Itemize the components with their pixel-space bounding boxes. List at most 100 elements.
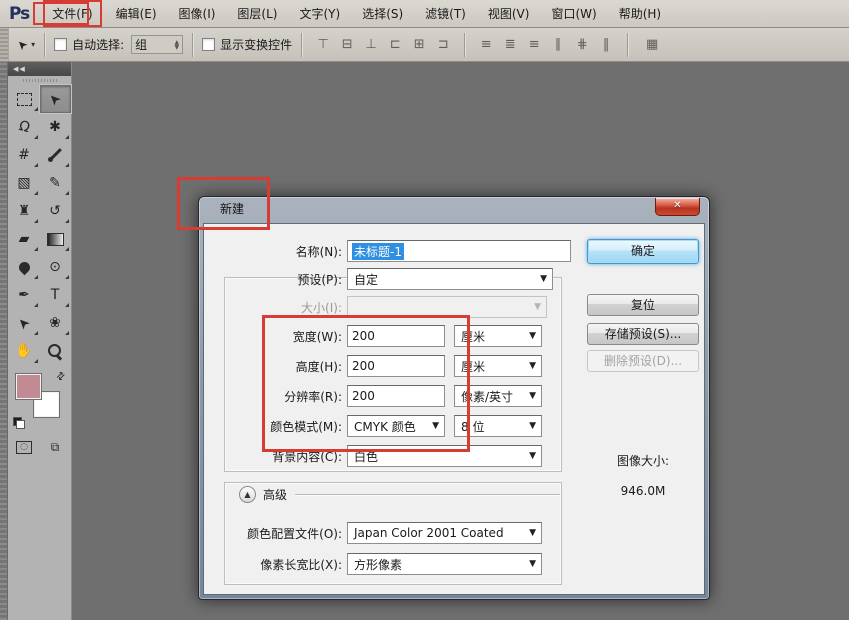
chevron-down-icon: ▼ <box>529 391 536 401</box>
advanced-collapse-button[interactable]: ▲ <box>239 486 256 503</box>
zoom-tool-button[interactable] <box>40 337 71 365</box>
align-vertical-centers-icon[interactable]: ⊟ <box>337 35 357 55</box>
save-preset-button[interactable]: 存储预设(S)... <box>587 323 699 345</box>
menu-window[interactable]: 窗口(W) <box>543 1 604 26</box>
custom-shape-tool-button[interactable]: ❀ <box>40 309 71 337</box>
collapse-panel-button[interactable]: ◀◀ <box>8 62 71 76</box>
quick-mask-button[interactable]: ◌ <box>9 435 40 459</box>
auto-select-label: 自动选择: <box>72 36 124 53</box>
reset-button[interactable]: 复位 <box>587 294 699 316</box>
color-mode-dropdown[interactable]: CMYK 颜色 ▼ <box>347 415 445 437</box>
preset-label: 预设(P): <box>214 271 342 288</box>
chevron-down-icon: ▼ <box>529 528 536 538</box>
screen-mode-button[interactable]: ⧉ <box>40 435 71 459</box>
resolution-label: 分辨率(R): <box>214 388 342 405</box>
align-left-edges-icon[interactable]: ⊏ <box>385 35 405 55</box>
color-profile-dropdown[interactable]: Japan Color 2001 Coated ▼ <box>347 522 542 544</box>
swap-colors-icon[interactable]: ⇄ <box>54 370 68 384</box>
photoshop-window: Ps 文件(F) 编辑(E) 图像(I) 图层(L) 文字(Y) 选择(S) 滤… <box>0 0 849 620</box>
clone-stamp-tool-button[interactable]: ♜ <box>9 197 40 225</box>
menu-help[interactable]: 帮助(H) <box>611 1 669 26</box>
resolution-unit-dropdown[interactable]: 像素/英寸 ▼ <box>454 385 542 407</box>
eraser-tool-button[interactable]: ▰ <box>9 225 40 253</box>
separator <box>627 33 628 57</box>
chevron-down-icon: ▼ <box>529 559 536 569</box>
hand-tool-button[interactable]: ✋ <box>9 337 40 365</box>
preset-dropdown[interactable]: 自定 ▼ <box>347 268 553 290</box>
width-value: 200 <box>352 329 375 343</box>
dodge-tool-button[interactable]: ⊙ <box>40 253 71 281</box>
quick-mask-icon: ◌ <box>16 441 32 454</box>
resolution-unit-value: 像素/英寸 <box>461 388 513 405</box>
panel-dock-edge[interactable] <box>0 62 8 620</box>
height-input[interactable]: 200 <box>347 355 445 377</box>
tool-preset-picker[interactable]: ➤ ▾ <box>17 38 35 52</box>
spot-healing-brush-tool-button[interactable]: ▧ <box>9 169 40 197</box>
menu-layer[interactable]: 图层(L) <box>229 1 285 26</box>
height-unit-dropdown[interactable]: 厘米 ▼ <box>454 355 542 377</box>
eyedropper-tool-button[interactable] <box>40 141 71 169</box>
menu-select[interactable]: 选择(S) <box>354 1 411 26</box>
menu-filter[interactable]: 滤镜(T) <box>417 1 474 26</box>
rectangular-marquee-tool-button[interactable] <box>9 85 40 113</box>
menu-type[interactable]: 文字(Y) <box>291 1 348 26</box>
pen-tool-button[interactable]: ✒ <box>9 281 40 309</box>
distribute-bottom-edges-icon[interactable]: ≡ <box>524 35 544 55</box>
distribute-top-edges-icon[interactable]: ≡ <box>476 35 496 55</box>
size-label: 大小(I): <box>214 299 342 316</box>
width-input[interactable]: 200 <box>347 325 445 347</box>
toolbar-bottom-icons: ◌ ⧉ <box>8 435 71 459</box>
preset-value: 自定 <box>354 271 378 288</box>
lasso-tool-button[interactable]: Ω <box>9 113 40 141</box>
show-transform-controls-checkbox[interactable] <box>202 38 215 51</box>
brush-tool-button[interactable]: ✎ <box>40 169 71 197</box>
type-tool-button[interactable]: T <box>40 281 71 309</box>
background-contents-dropdown[interactable]: 白色 ▼ <box>347 445 542 467</box>
move-tool-button[interactable]: ➤ <box>40 85 71 113</box>
path-selection-tool-button[interactable]: ➤ <box>9 309 40 337</box>
foreground-color-swatch[interactable] <box>15 373 42 400</box>
eraser-icon: ▰ <box>19 232 30 246</box>
menu-file[interactable]: 文件(F) <box>43 0 101 27</box>
default-colors-icon[interactable] <box>13 417 25 429</box>
magic-wand-tool-button[interactable]: ✱ <box>40 113 71 141</box>
pixel-aspect-ratio-label: 像素长宽比(X): <box>214 556 342 573</box>
bit-depth-dropdown[interactable]: 8 位 ▼ <box>454 415 542 437</box>
resolution-input[interactable]: 200 <box>347 385 445 407</box>
distribute-vertical-centers-icon[interactable]: ≣ <box>500 35 520 55</box>
align-bottom-edges-icon[interactable]: ⊥ <box>361 35 381 55</box>
auto-align-layers-icon[interactable]: ▦ <box>639 35 665 55</box>
color-swatch-area: ⇄ <box>8 369 71 433</box>
color-profile-label: 颜色配置文件(O): <box>214 525 342 542</box>
height-unit-value: 厘米 <box>461 358 485 375</box>
pixel-aspect-ratio-value: 方形像素 <box>354 556 402 573</box>
history-brush-tool-button[interactable]: ↺ <box>40 197 71 225</box>
menu-edit[interactable]: 编辑(E) <box>108 1 165 26</box>
options-bar-grip[interactable] <box>0 28 9 61</box>
gradient-tool-button[interactable] <box>40 225 71 253</box>
close-button[interactable]: ✕ <box>655 198 700 216</box>
distribute-right-edges-icon[interactable]: ‖ <box>596 35 616 55</box>
dodge-icon: ⊙ <box>49 260 61 274</box>
type-icon: T <box>51 288 60 302</box>
chevron-down-icon: ▼ <box>534 302 541 312</box>
pixel-aspect-ratio-dropdown[interactable]: 方形像素 ▼ <box>347 553 542 575</box>
auto-select-checkbox[interactable] <box>54 38 67 51</box>
align-right-edges-icon[interactable]: ⊐ <box>433 35 453 55</box>
distribute-left-edges-icon[interactable]: ∥ <box>548 35 568 55</box>
width-label: 宽度(W): <box>214 328 342 345</box>
ok-button[interactable]: 确定 <box>587 239 699 264</box>
align-horizontal-centers-icon[interactable]: ⊞ <box>409 35 429 55</box>
crop-tool-button[interactable]: # <box>9 141 40 169</box>
name-input[interactable]: 未标题-1 <box>347 240 571 262</box>
menu-view[interactable]: 视图(V) <box>480 1 538 26</box>
blur-tool-button[interactable] <box>9 253 40 281</box>
align-top-edges-icon[interactable]: ⊤ <box>313 35 333 55</box>
auto-select-mode-dropdown[interactable]: 组 ▲▼ <box>131 35 183 54</box>
width-unit-dropdown[interactable]: 厘米 ▼ <box>454 325 542 347</box>
background-contents-label: 背景内容(C): <box>214 448 342 465</box>
advanced-section-header: ▲ 高级 <box>224 486 562 503</box>
panel-grip[interactable] <box>8 76 71 85</box>
menu-image[interactable]: 图像(I) <box>171 1 224 26</box>
distribute-horizontal-centers-icon[interactable]: ⋕ <box>572 35 592 55</box>
